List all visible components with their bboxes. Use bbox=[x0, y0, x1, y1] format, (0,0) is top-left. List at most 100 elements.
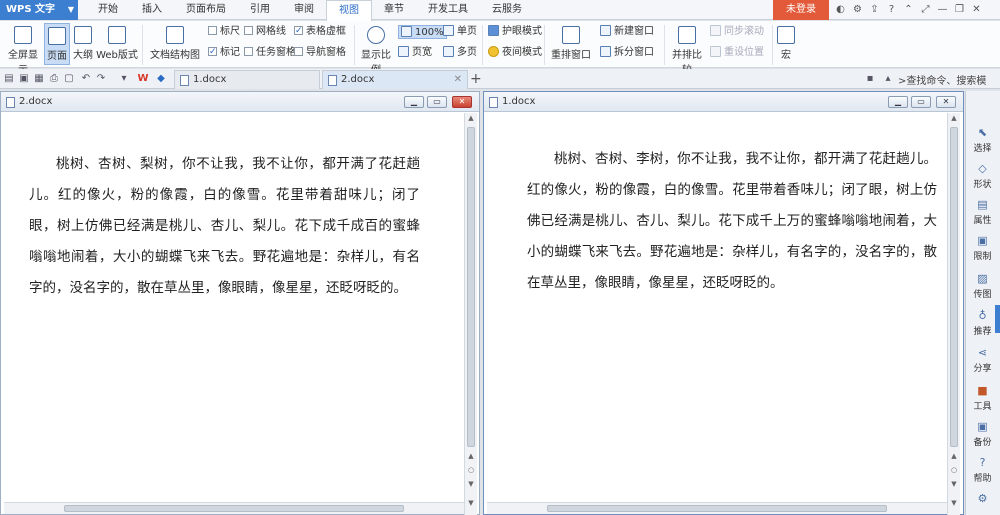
comment-icon[interactable]: ▪ bbox=[864, 73, 876, 85]
print-icon[interactable]: ⎙ bbox=[48, 73, 60, 85]
nav-pane-checkbox[interactable]: 导航窗格 bbox=[294, 46, 346, 60]
macro-button[interactable]: 宏 bbox=[775, 23, 797, 65]
select-browse-icon[interactable]: ○ bbox=[948, 465, 960, 475]
close-icon[interactable]: ✕ bbox=[968, 0, 985, 20]
settings-icon[interactable]: ⚙ bbox=[849, 0, 866, 20]
horizontal-scrollbar[interactable] bbox=[4, 502, 464, 514]
menu-item-devtools[interactable]: 开发工具 bbox=[416, 0, 480, 20]
print-preview-icon[interactable]: ▢ bbox=[63, 73, 75, 85]
prev-page-icon[interactable]: ▲ bbox=[948, 451, 960, 461]
web-layout-button[interactable]: Web版式 bbox=[96, 23, 138, 65]
redo-icon[interactable]: ↷ bbox=[95, 73, 107, 85]
outline-button[interactable]: 大纲 bbox=[71, 23, 95, 65]
scroll-thumb[interactable] bbox=[950, 127, 958, 447]
split-window-button[interactable]: 拆分窗口 bbox=[600, 46, 654, 60]
document-page[interactable]: 桃树、杏树、李树，你不让我，我不让你，都开满了花赶趟儿。红的像火，粉的像霞，白的… bbox=[487, 113, 945, 505]
fullscreen-button[interactable]: 全屏显示 bbox=[4, 23, 42, 76]
menu-item-review[interactable]: 审阅 bbox=[282, 0, 326, 20]
save-icon[interactable]: ▣ bbox=[18, 73, 30, 85]
scroll-thumb[interactable] bbox=[547, 505, 887, 512]
table-borders-checkbox[interactable]: 表格虚框 bbox=[294, 24, 346, 39]
new-tab-icon[interactable]: + bbox=[470, 70, 482, 88]
ruler-checkbox[interactable]: 标尺 bbox=[208, 25, 240, 39]
undo-icon[interactable]: ↶ bbox=[80, 73, 92, 85]
share-icon[interactable]: ⇪ bbox=[866, 0, 883, 20]
side-item-restrict[interactable]: ▣ 限制 bbox=[966, 235, 999, 263]
side-item-settings[interactable]: ⚙ bbox=[966, 493, 999, 507]
arrange-windows-button[interactable]: 重排窗口 bbox=[548, 23, 594, 65]
next-page-icon[interactable]: ▼ bbox=[465, 479, 477, 489]
maximize-icon[interactable]: ▭ bbox=[427, 96, 447, 108]
next-page-icon[interactable]: ▼ bbox=[948, 479, 960, 489]
eye-protect-button[interactable]: 护眼模式 bbox=[488, 25, 542, 39]
sync-scroll-button[interactable]: 同步滚动 bbox=[710, 25, 764, 39]
side-item-properties[interactable]: ▤ 属性 bbox=[966, 199, 999, 227]
expand-icon[interactable]: ⌃ bbox=[900, 0, 917, 20]
side-item-upload-image[interactable]: ▨ 传图 bbox=[966, 273, 999, 301]
side-item-tools[interactable]: ■ 工具 bbox=[966, 385, 999, 413]
scroll-down-icon[interactable]: ▼ bbox=[465, 498, 477, 508]
close-tab-icon[interactable]: ✕ bbox=[454, 71, 462, 89]
scroll-up-icon[interactable]: ▲ bbox=[948, 113, 960, 123]
select-browse-icon[interactable]: ○ bbox=[465, 465, 477, 475]
menu-item-view[interactable]: 视图 bbox=[326, 0, 372, 21]
close-icon[interactable]: ✕ bbox=[452, 96, 472, 108]
gridlines-checkbox[interactable]: 网格线 bbox=[244, 25, 286, 39]
multi-page-button[interactable]: 多页 bbox=[443, 46, 477, 60]
cloud-doc-icon[interactable]: ◆ bbox=[155, 73, 167, 85]
customize-chevron-icon[interactable]: ▾ bbox=[118, 73, 130, 85]
scroll-up-icon[interactable]: ▲ bbox=[465, 113, 477, 123]
side-item-share[interactable]: ⋖ 分享 bbox=[966, 347, 999, 375]
menu-item-start[interactable]: 开始 bbox=[86, 0, 130, 20]
zoom-100-button[interactable]: 100% bbox=[398, 25, 447, 39]
tab-2docx[interactable]: 2.docx ✕ bbox=[322, 70, 468, 89]
open-folder-icon[interactable]: ▤ bbox=[3, 73, 15, 85]
menu-item-chapter[interactable]: 章节 bbox=[372, 0, 416, 20]
vertical-scrollbar[interactable]: ▲ ▲ ○ ▼ ▼ bbox=[464, 113, 477, 515]
single-page-button[interactable]: 单页 bbox=[443, 25, 477, 39]
prev-page-icon[interactable]: ▲ bbox=[465, 451, 477, 461]
menu-item-reference[interactable]: 引用 bbox=[238, 0, 282, 20]
menu-item-cloud[interactable]: 云服务 bbox=[480, 0, 534, 20]
reset-position-button[interactable]: 重设位置 bbox=[710, 46, 764, 60]
side-by-side-icon bbox=[678, 26, 696, 44]
pin-icon[interactable]: ▴ bbox=[882, 73, 894, 85]
page-view-button[interactable]: 页面 bbox=[44, 23, 70, 65]
night-mode-button[interactable]: 夜间模式 bbox=[488, 46, 542, 60]
tab-1docx[interactable]: 1.docx bbox=[174, 70, 320, 89]
minimize-icon[interactable]: ▁ bbox=[888, 96, 908, 108]
maximize-icon[interactable]: ▭ bbox=[911, 96, 931, 108]
markers-checkbox[interactable]: 标记 bbox=[208, 45, 240, 60]
login-button[interactable]: 未登录 bbox=[773, 0, 829, 20]
side-item-backup[interactable]: ▣ 备份 bbox=[966, 421, 999, 449]
vertical-scrollbar[interactable]: ▲ ▲ ○ ▼ ▼ bbox=[947, 113, 960, 515]
minimize-icon[interactable]: — bbox=[934, 0, 951, 20]
document-page[interactable]: 桃树、杏树、梨树，你不让我，我不让你，都开满了花赶趟儿。红的像火，粉的像霞，白的… bbox=[4, 113, 462, 505]
page-width-button[interactable]: 页宽 bbox=[398, 46, 432, 60]
doc-structure-button[interactable]: 文档结构图 bbox=[148, 23, 202, 65]
app-menu-button[interactable]: WPS 文字 ▼ bbox=[0, 0, 78, 20]
task-pane-checkbox[interactable]: 任务窗格 bbox=[244, 46, 296, 60]
export-pdf-icon[interactable]: ▦ bbox=[33, 73, 45, 85]
zoom-button[interactable]: 显示比例 bbox=[357, 23, 395, 76]
command-search[interactable]: >查找命令、搜索模 bbox=[898, 72, 986, 87]
scroll-thumb[interactable] bbox=[64, 505, 404, 512]
close-icon[interactable]: ✕ bbox=[936, 96, 956, 108]
side-item-help[interactable]: ? 帮助 bbox=[966, 457, 999, 485]
ribbon-divider bbox=[664, 25, 665, 65]
menu-item-insert[interactable]: 插入 bbox=[130, 0, 174, 20]
scroll-down-icon[interactable]: ▼ bbox=[948, 498, 960, 508]
side-item-select[interactable]: ⬉ 选择 bbox=[966, 127, 999, 155]
menu-item-layout[interactable]: 页面布局 bbox=[174, 0, 238, 20]
side-item-shape[interactable]: ◇ 形状 bbox=[966, 163, 999, 191]
horizontal-scrollbar[interactable] bbox=[487, 502, 947, 514]
panel-collapse-handle[interactable] bbox=[995, 305, 1000, 333]
restore-window-icon[interactable]: ⤢ bbox=[917, 0, 934, 20]
minimize-icon[interactable]: ▁ bbox=[404, 96, 424, 108]
side-by-side-button[interactable]: 并排比较 bbox=[668, 23, 706, 76]
scroll-thumb[interactable] bbox=[467, 127, 475, 447]
maximize-icon[interactable]: ❐ bbox=[951, 0, 968, 20]
help-icon[interactable]: ? bbox=[883, 0, 900, 20]
new-window-button[interactable]: 新建窗口 bbox=[600, 25, 654, 39]
skin-icon[interactable]: ◐ bbox=[832, 0, 849, 20]
